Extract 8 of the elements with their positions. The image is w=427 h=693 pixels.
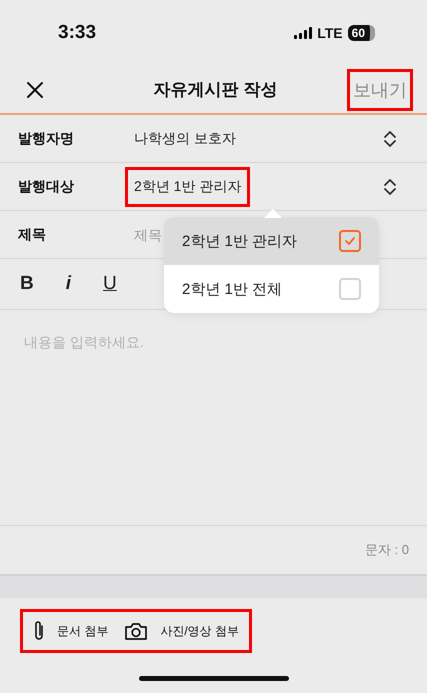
field-label: 발행자명 (18, 130, 75, 148)
field-label: 제목 (18, 226, 47, 244)
battery-indicator: 60 (348, 25, 375, 41)
field-label: 발행대상 (18, 178, 75, 196)
clock-time: 3:33 (58, 22, 96, 44)
character-count: 문자 : 0 (364, 541, 409, 559)
network-label: LTE (317, 25, 343, 41)
screen-title: 자유게시판 작성 (154, 79, 278, 101)
